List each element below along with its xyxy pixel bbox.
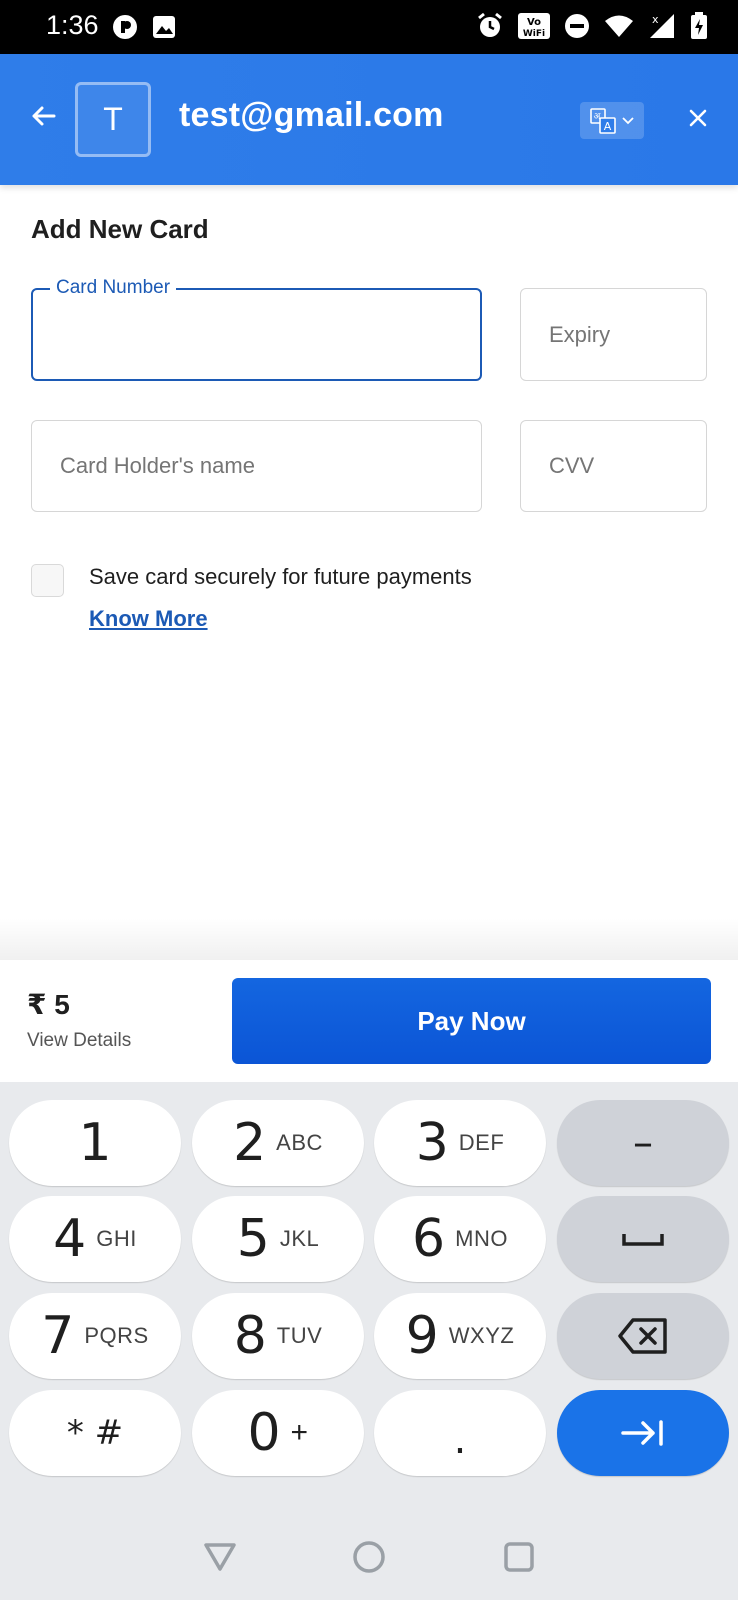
key-plus: + — [290, 1416, 309, 1449]
tab-next-icon — [621, 1420, 663, 1446]
key-label: * # — [66, 1413, 124, 1453]
do-not-disturb-icon — [564, 13, 590, 39]
chevron-down-icon — [622, 116, 634, 124]
battery-charging-icon — [690, 12, 708, 40]
key-period[interactable]: . — [374, 1390, 546, 1476]
pay-bar: ₹ 5 View Details Pay Now — [0, 960, 738, 1082]
svg-text:A: A — [604, 120, 612, 133]
close-icon — [689, 109, 707, 127]
key-9[interactable]: 9 WXYZ — [374, 1293, 546, 1379]
key-letters: TUV — [276, 1323, 323, 1348]
key-backspace[interactable] — [557, 1293, 729, 1379]
close-button[interactable] — [682, 102, 714, 134]
key-letters: DEF — [458, 1130, 505, 1155]
pay-bar-shadow — [0, 918, 738, 960]
key-letters: MNO — [455, 1226, 508, 1251]
section-title: Add New Card — [31, 214, 209, 244]
translate-icon: A अ — [590, 107, 616, 134]
key-5[interactable]: 5 JKL — [192, 1196, 364, 1282]
key-2[interactable]: 2 ABC — [192, 1100, 364, 1186]
pay-now-button[interactable]: Pay Now — [232, 978, 711, 1064]
key-label: – — [633, 1120, 653, 1166]
key-label: 7 — [41, 1306, 75, 1366]
key-label: 0 — [247, 1403, 281, 1463]
nav-recents-button[interactable] — [499, 1537, 539, 1577]
cvv-input[interactable] — [521, 421, 706, 511]
key-letters: JKL — [279, 1226, 320, 1251]
cvv-field[interactable] — [520, 420, 707, 512]
key-letters: PQRS — [84, 1323, 149, 1348]
key-label: 5 — [236, 1209, 270, 1269]
image-notification-icon — [152, 15, 176, 39]
language-selector-button[interactable]: A अ — [580, 102, 644, 139]
nav-home-icon — [353, 1541, 385, 1573]
key-label: 9 — [405, 1306, 439, 1366]
key-6[interactable]: 6 MNO — [374, 1196, 546, 1282]
key-minus[interactable]: – — [557, 1100, 729, 1186]
user-email: test@gmail.com — [179, 96, 444, 134]
system-nav-bar — [0, 1515, 738, 1600]
key-next[interactable] — [557, 1390, 729, 1476]
key-7[interactable]: 7 PQRS — [9, 1293, 181, 1379]
key-label: 6 — [412, 1209, 446, 1269]
nav-recents-icon — [504, 1542, 534, 1572]
view-details-link[interactable]: View Details — [27, 1030, 131, 1052]
svg-text:WiFi: WiFi — [523, 29, 545, 39]
card-number-label: Card Number — [50, 277, 177, 299]
numeric-keyboard: 1 2 ABC 3 DEF – 4 GHI 5 JKL 6 MNO 7 PQRS… — [0, 1082, 738, 1600]
amount: ₹ 5 — [27, 989, 70, 1020]
expiry-field[interactable] — [520, 288, 707, 381]
nav-back-button[interactable] — [200, 1537, 240, 1577]
wifi-icon — [604, 14, 634, 38]
space-bar-icon — [622, 1234, 664, 1246]
card-number-input[interactable] — [33, 290, 480, 379]
backspace-icon — [618, 1318, 667, 1354]
key-3[interactable]: 3 DEF — [374, 1100, 546, 1186]
key-label: 1 — [78, 1113, 112, 1173]
nav-back-icon — [204, 1543, 236, 1571]
back-arrow-icon — [32, 106, 56, 126]
save-card-checkbox[interactable] — [31, 564, 64, 597]
status-left-icons — [112, 14, 176, 40]
vowifi-icon: Vo WiFi — [518, 13, 550, 39]
svg-text:Vo: Vo — [527, 17, 541, 28]
key-star-hash[interactable]: * # — [9, 1390, 181, 1476]
status-bar: 1:36 Vo WiFi x — [0, 0, 738, 54]
alarm-icon — [476, 12, 504, 40]
svg-text:अ: अ — [594, 112, 602, 122]
key-label: 3 — [415, 1113, 449, 1173]
key-label: . — [453, 1417, 467, 1463]
avatar: T — [75, 82, 151, 157]
svg-text:x: x — [652, 13, 659, 26]
cell-signal-icon: x — [648, 12, 676, 40]
key-label: 8 — [233, 1306, 267, 1366]
avatar-letter: T — [103, 101, 123, 137]
key-8[interactable]: 8 TUV — [192, 1293, 364, 1379]
expiry-input[interactable] — [521, 289, 706, 380]
key-4[interactable]: 4 GHI — [9, 1196, 181, 1282]
screen: 1:36 Vo WiFi x T test@gmail.com A अ Add … — [0, 0, 738, 1600]
key-label: 4 — [53, 1209, 87, 1269]
key-1[interactable]: 1 — [9, 1100, 181, 1186]
card-number-field[interactable]: Card Number — [31, 277, 482, 381]
nav-home-button[interactable] — [349, 1537, 389, 1577]
key-space[interactable] — [557, 1196, 729, 1282]
key-letters: WXYZ — [448, 1323, 515, 1348]
card-holder-field[interactable] — [31, 420, 482, 512]
key-letters: GHI — [96, 1226, 137, 1251]
card-holder-input[interactable] — [32, 421, 481, 511]
key-label: 2 — [233, 1113, 267, 1173]
app-header: T test@gmail.com A अ — [0, 54, 738, 185]
status-time: 1:36 — [46, 10, 99, 40]
key-letters: ABC — [276, 1130, 323, 1155]
save-card-label: Save card securely for future payments — [89, 564, 472, 589]
status-right-icons: Vo WiFi x — [476, 12, 708, 40]
key-0[interactable]: 0 + — [192, 1390, 364, 1476]
app-notification-icon — [112, 14, 138, 40]
back-button[interactable] — [26, 98, 62, 134]
know-more-link[interactable]: Know More — [89, 606, 208, 632]
